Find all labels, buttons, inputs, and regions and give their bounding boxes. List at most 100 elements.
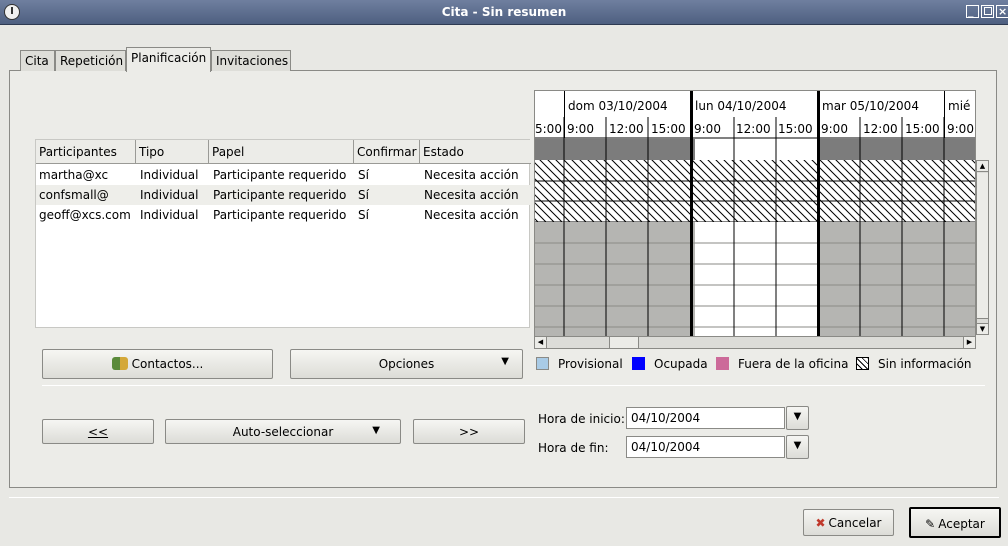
- participant-confirm: Sí: [358, 188, 369, 202]
- column-header-confirm[interactable]: Confirmar: [354, 140, 420, 164]
- close-icon: ×: [998, 5, 1008, 18]
- start-date-field[interactable]: 04/10/2004: [626, 407, 785, 429]
- participant-status: Necesita acción: [424, 208, 519, 222]
- scrollbar-thumb[interactable]: [609, 337, 639, 348]
- auto-select-button[interactable]: Auto-seleccionar ▼: [165, 419, 401, 444]
- day-header: mié 0: [948, 99, 975, 113]
- close-button[interactable]: ×: [996, 5, 1008, 18]
- day-separator: [564, 91, 565, 138]
- tab-label: Planificación: [131, 51, 207, 65]
- window-title: Cita - Sin resumen: [441, 5, 567, 19]
- calendar-vertical-scrollbar[interactable]: ▲ ▼: [976, 160, 989, 335]
- participant-type: Individual: [140, 188, 199, 202]
- busy-swatch: [632, 357, 645, 370]
- time-header: 9:00: [694, 122, 721, 136]
- auto-select-button-label: Auto-seleccionar: [232, 425, 334, 439]
- calendar-horizontal-scrollbar[interactable]: ◀ ▶: [534, 336, 976, 349]
- participant-name: geoff@xcs.com: [39, 208, 131, 222]
- start-date-value: 04/10/2004: [631, 411, 701, 425]
- options-button[interactable]: Opciones ▼: [290, 349, 523, 379]
- out-of-office-swatch: [716, 357, 729, 370]
- participant-status: Necesita acción: [424, 168, 519, 182]
- participant-type: Individual: [140, 168, 199, 182]
- column-header-label: Estado: [423, 145, 464, 159]
- participants-list[interactable]: Participantes Tipo Papel Confirmar Estad…: [35, 139, 531, 328]
- participant-role: Participante requerido: [213, 168, 347, 182]
- contacts-button[interactable]: Contactos...: [42, 349, 273, 379]
- tab-label: Invitaciones: [216, 54, 289, 68]
- legend-label: Sin información: [878, 357, 972, 371]
- tab-invitations[interactable]: Invitaciones: [211, 50, 291, 71]
- participant-role: Participante requerido: [213, 188, 347, 202]
- column-header-role[interactable]: Papel: [209, 140, 354, 164]
- dialog-window: Cita - Sin resumen _ × Cita Repetición P…: [0, 0, 1008, 546]
- day-separator: [817, 91, 820, 336]
- time-header: 5:00: [535, 122, 562, 136]
- accept-button[interactable]: ✎ Aceptar: [909, 507, 1001, 538]
- tab-appointment[interactable]: Cita: [20, 50, 55, 71]
- participant-name: confsmall@: [39, 188, 109, 202]
- previous-button[interactable]: <<: [42, 419, 154, 444]
- time-header: 12:00: [863, 122, 898, 136]
- legend-label: Fuera de la oficina: [738, 357, 849, 371]
- day-header: lun 04/10/2004: [695, 99, 787, 113]
- contacts-button-label: Contactos...: [131, 357, 204, 371]
- end-date-dropdown[interactable]: ▼: [786, 435, 809, 459]
- cancel-button-label: Cancelar: [828, 516, 882, 530]
- participant-type: Individual: [140, 208, 199, 222]
- time-header: 9:00: [567, 122, 594, 136]
- accept-button-label: Aceptar: [938, 517, 985, 531]
- column-header-label: Participantes: [39, 145, 117, 159]
- tab-recurrence[interactable]: Repetición: [55, 50, 126, 71]
- maximize-button[interactable]: [981, 5, 994, 18]
- minimize-icon: _: [968, 5, 974, 18]
- no-info-swatch: [856, 357, 869, 370]
- time-header: 15:00: [905, 122, 940, 136]
- table-row[interactable]: confsmall@ Individual Participante reque…: [36, 185, 531, 205]
- time-header: 15:00: [651, 122, 686, 136]
- cancel-icon: ✖: [815, 516, 826, 530]
- contacts-icon: [111, 357, 128, 370]
- column-header-label: Confirmar: [357, 145, 417, 159]
- start-date-dropdown[interactable]: ▼: [786, 406, 809, 430]
- end-time-label: Hora de fin:: [538, 441, 609, 455]
- next-button[interactable]: >>: [413, 419, 525, 444]
- tab-label: Cita: [25, 54, 49, 68]
- time-header: 12:00: [736, 122, 771, 136]
- tab-scheduling[interactable]: Planificación: [126, 47, 211, 72]
- scroll-down-icon[interactable]: ▼: [977, 323, 988, 334]
- next-button-label: >>: [458, 425, 480, 439]
- provisional-swatch: [536, 357, 549, 370]
- scrollbar-thumb[interactable]: [977, 173, 988, 319]
- separator: [42, 385, 985, 386]
- column-header-type[interactable]: Tipo: [136, 140, 209, 164]
- participant-status: Necesita acción: [424, 188, 519, 202]
- time-header: 9:00: [821, 122, 848, 136]
- scroll-left-icon[interactable]: ◀: [535, 337, 547, 348]
- accept-icon: ✎: [925, 517, 936, 531]
- participant-confirm: Sí: [358, 168, 369, 182]
- end-date-field[interactable]: 04/10/2004: [626, 436, 785, 458]
- column-header-label: Papel: [212, 145, 245, 159]
- column-header-label: Tipo: [139, 145, 165, 159]
- legend-label: Provisional: [558, 357, 623, 371]
- participant-name: martha@xc: [39, 168, 109, 182]
- scroll-up-icon[interactable]: ▲: [977, 161, 988, 172]
- legend-label: Ocupada: [654, 357, 708, 371]
- day-header: mar 05/10/2004: [822, 99, 919, 113]
- minimize-button[interactable]: _: [966, 5, 979, 18]
- maximize-icon: [984, 7, 992, 15]
- free-busy-calendar[interactable]: dom 03/10/2004 lun 04/10/2004 mar 05/10/…: [534, 90, 976, 337]
- participant-role: Participante requerido: [213, 208, 347, 222]
- chevron-down-icon: ▼: [372, 425, 380, 436]
- table-row[interactable]: geoff@xcs.com Individual Participante re…: [36, 205, 531, 225]
- chevron-down-icon: ▼: [501, 356, 509, 367]
- cancel-button[interactable]: ✖ Cancelar: [803, 509, 894, 536]
- table-row[interactable]: martha@xc Individual Participante requer…: [36, 165, 531, 185]
- column-header-participants[interactable]: Participantes: [36, 140, 136, 164]
- time-header: 12:00: [609, 122, 644, 136]
- separator: [9, 497, 999, 498]
- title-bar[interactable]: Cita - Sin resumen _ ×: [0, 0, 1008, 25]
- scroll-right-icon[interactable]: ▶: [963, 337, 975, 348]
- column-header-status[interactable]: Estado: [420, 140, 531, 164]
